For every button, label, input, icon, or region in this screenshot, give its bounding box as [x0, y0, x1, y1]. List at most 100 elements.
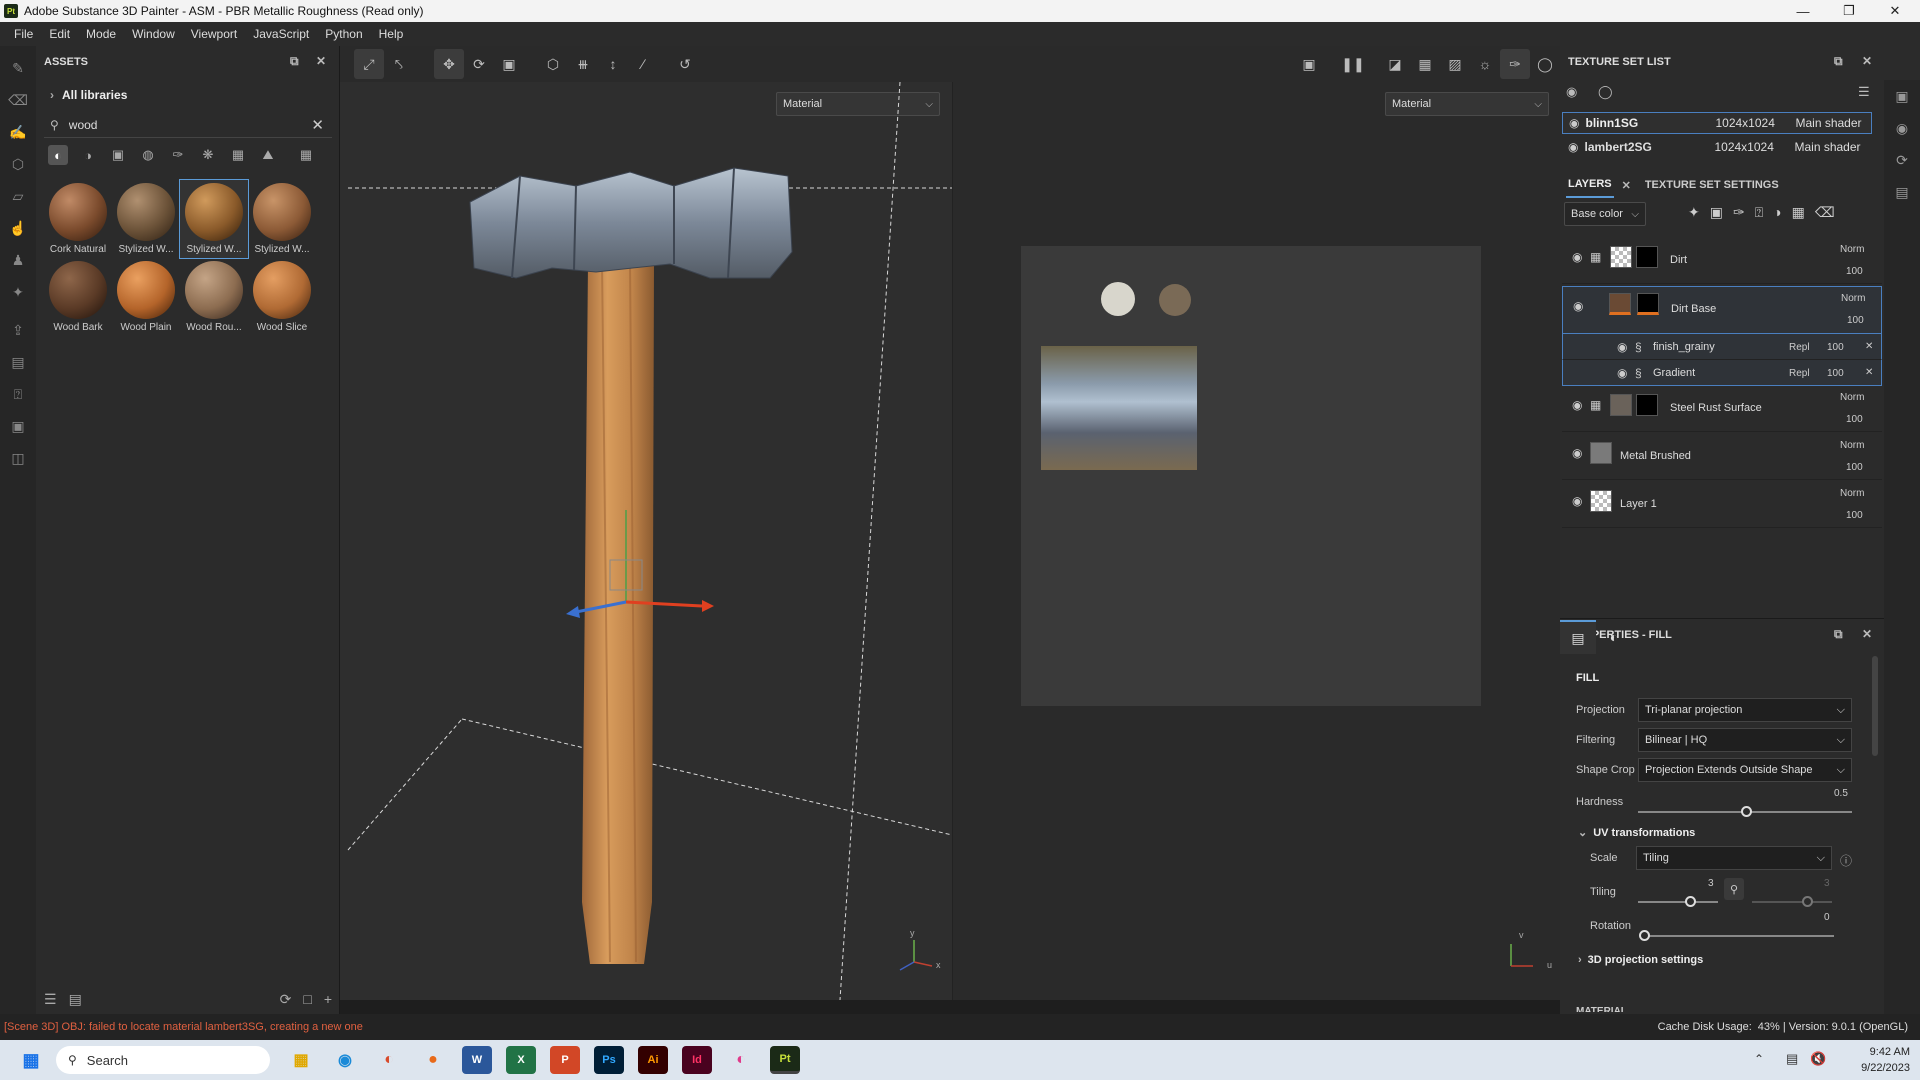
- eye-icon[interactable]: ◉: [1572, 398, 1582, 412]
- close-window-button[interactable]: ✕: [1872, 0, 1918, 22]
- blend-mode[interactable]: Norm: [1840, 244, 1864, 255]
- geometry-fill-icon[interactable]: ⬡: [0, 148, 36, 180]
- viewport-2d-mode-select[interactable]: Material ⌵: [1385, 92, 1549, 116]
- asset-tile[interactable]: Wood Rou...: [180, 258, 248, 336]
- menu-javascript[interactable]: JavaScript: [245, 27, 317, 41]
- add-fill-layer-icon[interactable]: ⍰: [1755, 204, 1763, 221]
- eye-icon[interactable]: ◉: [1568, 140, 1578, 154]
- opacity-value[interactable]: 100: [1846, 414, 1863, 425]
- material-tab-icon[interactable]: ◐: [1596, 620, 1632, 654]
- firefox-icon[interactable]: ●: [418, 1046, 448, 1074]
- add-smart-mask-icon[interactable]: ◑: [1773, 204, 1781, 221]
- chevron-up-icon[interactable]: ⌃: [1754, 1052, 1764, 1066]
- bucket-icon[interactable]: ⍰: [0, 378, 36, 410]
- close-panel-icon[interactable]: ✕: [1862, 54, 1872, 68]
- projection-icon[interactable]: ✍: [0, 116, 36, 148]
- viewport-2d[interactable]: Material ⌵ v u: [952, 82, 1560, 1000]
- paint-mode-icon[interactable]: ✑: [1500, 49, 1530, 79]
- close-panel-icon[interactable]: ✕: [316, 54, 326, 68]
- viewport-3d[interactable]: Material ⌵ y x: [340, 82, 952, 1000]
- texture-set-row[interactable]: ◉ lambert2SG 1024x1024 Main shader: [1562, 136, 1872, 158]
- layer-row[interactable]: ◉ Layer 1 Norm 100: [1562, 482, 1882, 528]
- undock-icon[interactable]: ⧉: [290, 54, 299, 69]
- eye-icon[interactable]: ◉: [1617, 366, 1627, 380]
- eye-icon[interactable]: ◉: [1573, 299, 1583, 313]
- opacity-value[interactable]: 100: [1827, 368, 1844, 379]
- align-icon[interactable]: ↕: [598, 49, 628, 79]
- creative-cloud-icon[interactable]: ◐: [726, 1046, 756, 1074]
- remove-effect-icon[interactable]: ✕: [1865, 341, 1873, 352]
- reset-icon[interactable]: ↺: [670, 49, 700, 79]
- blend-mode[interactable]: Norm: [1840, 488, 1864, 499]
- shape-crop-select[interactable]: Projection Extends Outside Shape ⌵: [1638, 758, 1852, 782]
- close-tab-icon[interactable]: ✕: [1622, 179, 1631, 192]
- tiling-v-slider-knob[interactable]: [1802, 896, 1813, 907]
- maximize-button[interactable]: ❐: [1826, 0, 1872, 22]
- pause-icon[interactable]: ❚❚: [1338, 49, 1368, 79]
- excel-icon[interactable]: X: [506, 1046, 536, 1074]
- history-icon[interactable]: ⟳: [1884, 144, 1920, 176]
- clock[interactable]: 9:42 AM 9/22/2023: [1842, 1044, 1910, 1076]
- blend-mode[interactable]: Repl: [1789, 368, 1810, 379]
- hardness-value[interactable]: 0.5: [1834, 788, 1848, 799]
- eye-icon[interactable]: ◉: [1569, 116, 1579, 130]
- library-breadcrumb[interactable]: › All libraries: [50, 88, 127, 102]
- opacity-value[interactable]: 100: [1847, 315, 1864, 326]
- filter-textures-icon[interactable]: ▦: [228, 145, 248, 165]
- undock-icon[interactable]: ⧉: [1834, 627, 1843, 642]
- split-view-icon[interactable]: ◪: [1380, 49, 1410, 79]
- fill-properties-tab-icon[interactable]: ▤: [1560, 620, 1596, 654]
- filter-materials-icon[interactable]: ◐: [48, 145, 68, 165]
- tiling-v-value[interactable]: 3: [1824, 878, 1830, 889]
- rotation-slider[interactable]: [1642, 935, 1834, 937]
- filter-generators-icon[interactable]: ◍: [138, 145, 158, 165]
- projection-select[interactable]: Tri-planar projection ⌵: [1638, 698, 1852, 722]
- menu-window[interactable]: Window: [124, 27, 183, 41]
- filter-masks-icon[interactable]: ▣: [108, 145, 128, 165]
- asset-search-input[interactable]: [68, 117, 289, 132]
- substance-painter-icon[interactable]: Pt: [770, 1046, 800, 1074]
- tiling-u-value[interactable]: 3: [1708, 878, 1714, 889]
- edge-icon[interactable]: ◉: [330, 1046, 360, 1074]
- indesign-icon[interactable]: Id: [682, 1046, 712, 1074]
- opacity-value[interactable]: 100: [1846, 510, 1863, 521]
- lighting-icon[interactable]: ☼: [1470, 49, 1500, 79]
- photoshop-icon[interactable]: Ps: [594, 1046, 624, 1074]
- filter-smart-materials-icon[interactable]: ◑: [78, 145, 98, 165]
- menu-help[interactable]: Help: [371, 27, 412, 41]
- error-message[interactable]: [Scene 3D] OBJ: failed to locate materia…: [4, 1021, 363, 1033]
- delete-layer-icon[interactable]: ⌫: [1815, 204, 1835, 221]
- asset-tile[interactable]: Wood Slice: [248, 258, 316, 336]
- opacity-value[interactable]: 100: [1846, 266, 1863, 277]
- channel-select[interactable]: Base color ⌵: [1564, 202, 1646, 226]
- refresh-icon[interactable]: ⟳: [280, 991, 292, 1008]
- tiling-u-slider-knob[interactable]: [1685, 896, 1696, 907]
- effect-row[interactable]: ◉ § Gradient Repl 100 ✕: [1562, 360, 1882, 386]
- powerpoint-icon[interactable]: P: [550, 1046, 580, 1074]
- tab-texture-set-settings[interactable]: TEXTURE SET SETTINGS: [1645, 179, 1779, 191]
- move-icon[interactable]: ✥: [434, 49, 464, 79]
- properties-scrollbar[interactable]: [1872, 656, 1878, 756]
- snap-icon[interactable]: ∕: [628, 49, 658, 79]
- camera-icon[interactable]: ▨: [1440, 49, 1470, 79]
- uv-transformations-header[interactable]: ⌄ UV transformations: [1578, 826, 1695, 839]
- paint-brush-icon[interactable]: ✎: [0, 52, 36, 84]
- object-mode-icon[interactable]: ⬡: [538, 49, 568, 79]
- rotation-value[interactable]: 0: [1824, 912, 1830, 923]
- picker-icon[interactable]: ✦: [0, 276, 36, 308]
- mirror-icon[interactable]: ⧻: [568, 49, 598, 79]
- details-view-icon[interactable]: ▤: [69, 991, 82, 1008]
- visibility-toggle-icon[interactable]: ◉: [1566, 84, 1577, 100]
- eye-icon[interactable]: ◉: [1572, 446, 1582, 460]
- hide-icon[interactable]: ▣: [1294, 49, 1324, 79]
- eye-icon[interactable]: ◉: [1572, 250, 1582, 264]
- asset-tile-selected[interactable]: Stylized W...: [179, 179, 249, 259]
- filter-brushes-icon[interactable]: ✑: [168, 145, 188, 165]
- opacity-value[interactable]: 100: [1846, 462, 1863, 473]
- texture-set-row[interactable]: ◉ blinn1SG 1024x1024 Main shader: [1562, 112, 1872, 134]
- asset-tile[interactable]: Stylized W...: [248, 180, 316, 258]
- 3d-view-icon[interactable]: ▦: [1410, 49, 1440, 79]
- undock-icon[interactable]: ⧉: [1834, 54, 1843, 69]
- file-explorer-icon[interactable]: ▦: [286, 1046, 316, 1074]
- blend-mode[interactable]: Norm: [1841, 293, 1865, 304]
